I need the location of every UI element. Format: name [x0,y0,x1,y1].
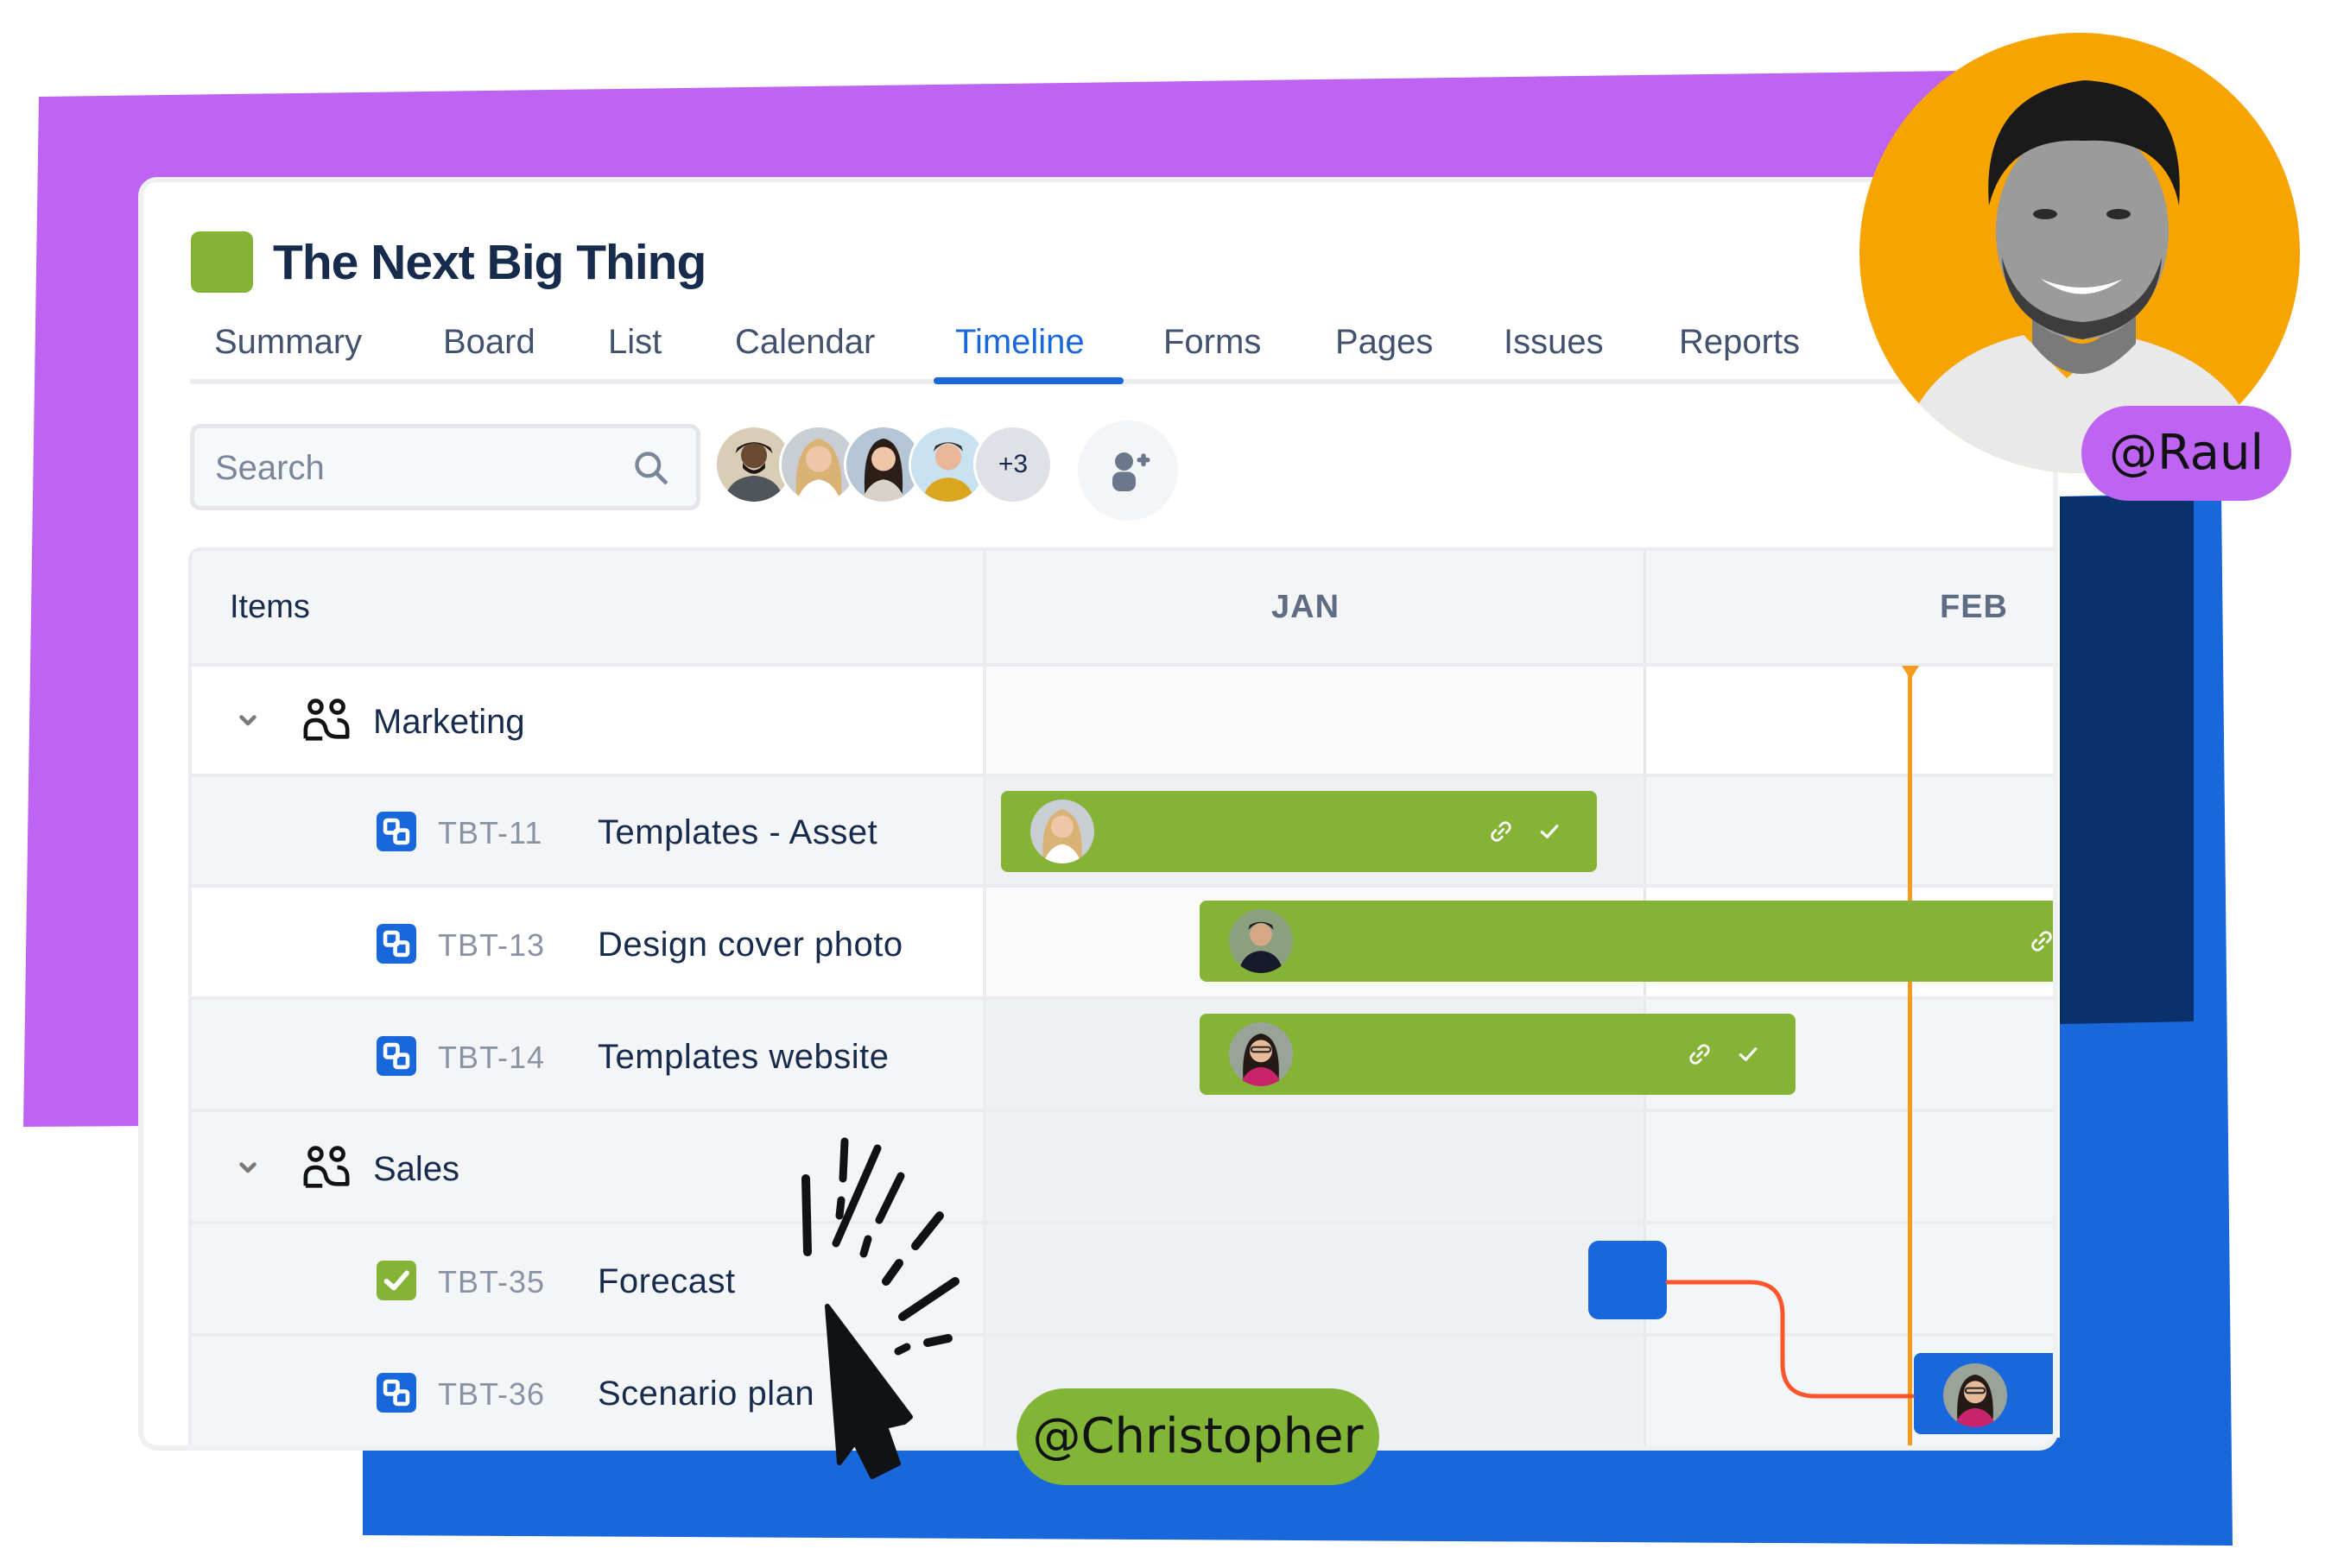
chevron-down-icon[interactable] [235,708,261,734]
mention-tag-raul: @Raul [2081,406,2291,501]
issue-key[interactable]: TBT-13 [438,927,545,964]
timeline-cell [1646,1112,2053,1221]
link-icon [2031,931,2052,952]
tab-board[interactable]: Board [443,316,535,368]
project-window: The Next Big Thing Summary Board List Ca… [138,177,2058,1451]
search-placeholder: Search [215,449,325,487]
timeline-table: Items JAN FEB Marketing TBT-11 Templates… [188,547,2053,1445]
subtask-icon [377,1036,416,1076]
group-label: Sales [373,1150,460,1188]
tab-reports[interactable]: Reports [1679,316,1800,368]
issue-title[interactable]: Templates - Asset [598,813,877,852]
bar-assignee-avatar[interactable] [1229,1022,1293,1086]
person-photo-icon [1030,800,1094,863]
items-header-cell: Items [192,551,986,663]
bar-status-icons [2029,928,2053,954]
task-done-icon [377,1261,416,1300]
group-cell: Sales [192,1112,986,1221]
project-title: The Next Big Thing [273,235,706,290]
feb-header-cell: FEB [1646,551,2053,663]
bar-assignee-avatar[interactable] [1943,1363,2007,1427]
timeline-bar-tbt-13[interactable] [1200,901,2053,982]
active-tab-indicator [934,377,1124,384]
more-members-count[interactable]: +3 [973,425,1053,504]
issue-title[interactable]: Templates website [598,1038,890,1077]
issue-title[interactable]: Scenario plan [598,1375,814,1413]
subtask-icon [377,812,416,851]
people-icon [303,1146,350,1188]
issue-key[interactable]: TBT-35 [438,1264,545,1300]
tab-timeline[interactable]: Timeline [955,316,1085,368]
timeline-cell [986,1224,1646,1333]
timeline-cell [1646,777,2053,884]
person-photo-icon [1229,1022,1293,1086]
timeline-bar-tbt-14[interactable] [1200,1014,1796,1095]
subtask-icon [377,1373,416,1413]
check-icon [1739,1047,1758,1061]
issue-cell: TBT-36 Scenario plan [192,1337,986,1445]
search-input[interactable]: Search [190,424,700,510]
group-row-sales[interactable]: Sales [192,1112,2053,1224]
mention-tag-christopher: @Christopher [1017,1388,1379,1485]
timeline-header-row: Items JAN FEB [192,551,2053,667]
person-photo-icon [1229,909,1293,973]
timeline-cell [986,1112,1646,1221]
person-photo-icon [1943,1363,2007,1427]
link-icon [1491,821,1511,842]
timeline-bar-tbt-36[interactable] [1914,1353,2053,1434]
jan-header-cell: JAN [986,551,1646,663]
timeline-cell [986,667,1646,774]
project-icon [191,231,253,293]
timeline-milestone-tbt-35[interactable] [1588,1241,1667,1319]
tab-issues[interactable]: Issues [1504,316,1604,368]
tab-pages[interactable]: Pages [1335,316,1433,368]
issue-key[interactable]: TBT-36 [438,1376,545,1413]
bar-assignee-avatar[interactable] [1030,800,1094,863]
today-marker-arrow-icon [1902,666,1919,680]
issue-key[interactable]: TBT-14 [438,1040,545,1076]
month-label-feb: FEB [1940,589,2008,625]
add-person-icon [1112,452,1150,491]
issue-row[interactable]: TBT-35 Forecast [192,1224,2053,1337]
bar-status-icons [1687,1041,1761,1067]
issue-title[interactable]: Design cover photo [598,926,903,964]
tab-forms[interactable]: Forms [1163,316,1261,368]
timeline-cell [1646,1224,2053,1333]
tab-list[interactable]: List [608,316,662,368]
bar-assignee-avatar[interactable] [1229,909,1293,973]
issue-cell: TBT-11 Templates - Asset [192,777,986,884]
timeline-cell [1646,667,2053,774]
add-people-button[interactable] [1078,420,1178,521]
issue-cell: TBT-13 Design cover photo [192,888,986,996]
navy-backdrop [2060,496,2194,1024]
tab-calendar[interactable]: Calendar [735,316,875,368]
issue-title[interactable]: Forecast [598,1262,736,1301]
check-icon [1540,825,1559,838]
people-icon [303,699,350,741]
month-label-jan: JAN [1271,589,1340,625]
subtask-icon [377,924,416,964]
search-icon[interactable] [632,449,670,487]
issue-key[interactable]: TBT-11 [438,815,542,851]
today-marker [1908,668,1912,1445]
issue-cell: TBT-14 Templates website [192,1000,986,1109]
group-row-marketing[interactable]: Marketing [192,667,2053,777]
group-cell: Marketing [192,667,986,774]
group-label: Marketing [373,703,525,741]
bar-status-icons [1488,819,1562,844]
link-icon [1689,1044,1710,1065]
timeline-bar-tbt-11[interactable] [1001,791,1597,872]
items-header: Items [230,589,310,625]
issue-cell: TBT-35 Forecast [192,1224,986,1333]
chevron-down-icon[interactable] [235,1155,261,1181]
tab-summary[interactable]: Summary [214,316,362,368]
